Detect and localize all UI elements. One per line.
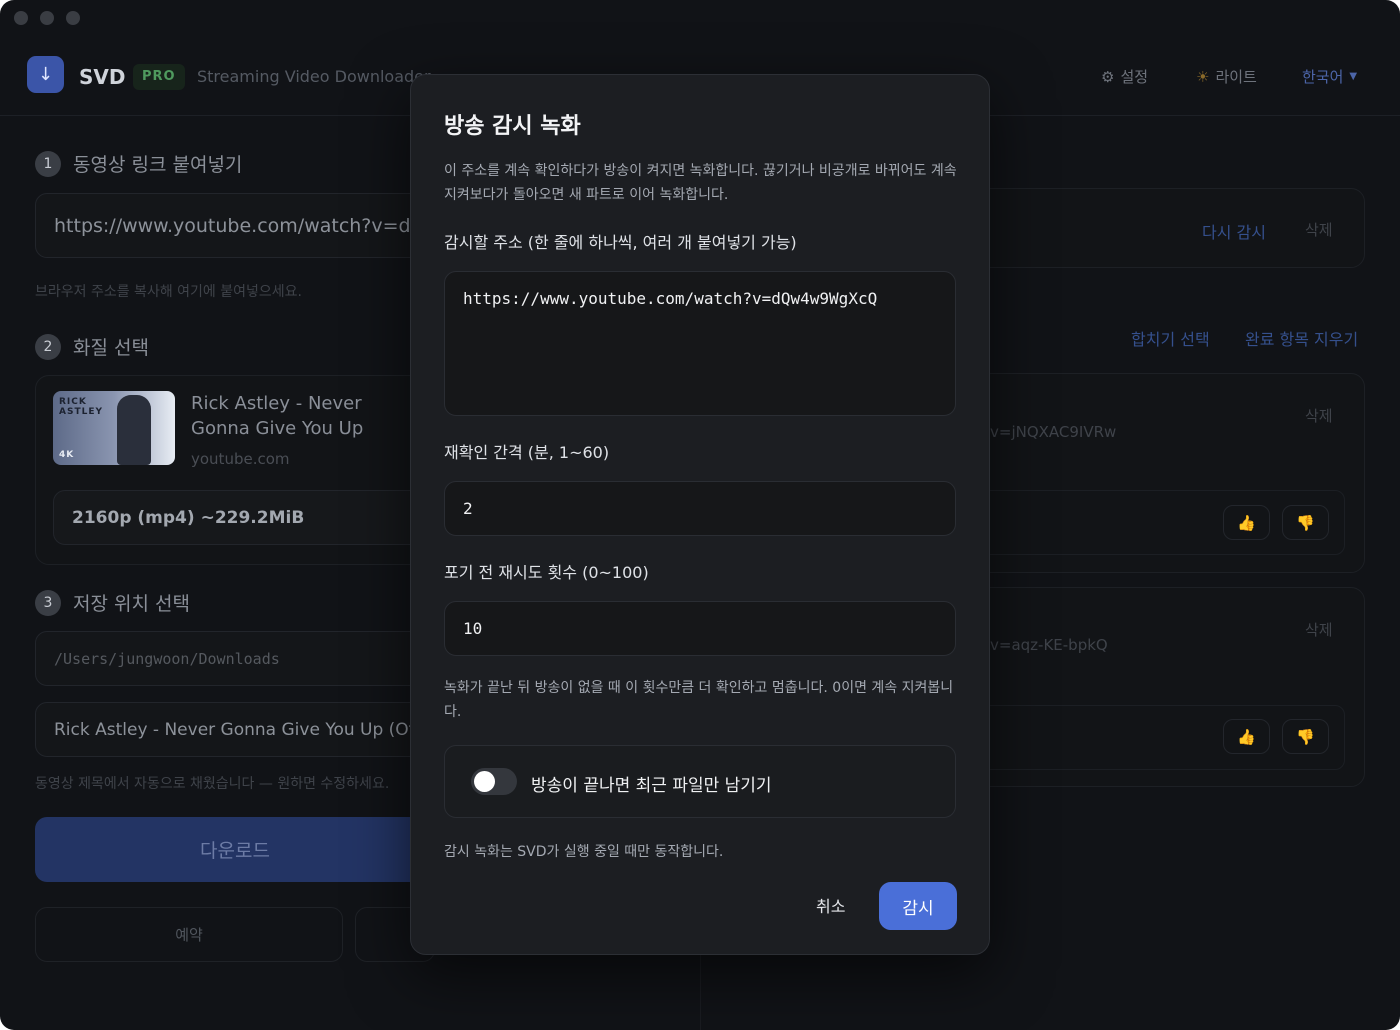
caret-down-icon: ▼ [1349,71,1358,82]
minimize-window-button[interactable] [40,11,54,25]
step-1-number: 1 [35,150,61,177]
delete-item-1-button[interactable]: 삭제 [1305,405,1333,426]
interval-label: 재확인 간격 (분, 1~60) [444,443,610,462]
step-3-heading: 3 저장 위치 선택 [35,589,190,616]
save-path-input[interactable]: /Users/jungwoon/Downloads [35,631,435,686]
thumbnail-text: RICK ASTLEY [59,397,103,417]
app-name: SVD [79,65,126,89]
urls-textarea[interactable]: https://www.youtube.com/watch?v=dQw4w9Wg… [444,271,956,416]
settings-button[interactable]: ⚙ 설정 [1101,66,1148,87]
item-1-url: v=jNQXAC9IVRw [990,423,1117,441]
dialog-description: 이 주소를 계속 확인하다가 방송이 켜지면 녹화합니다. 끊기거나 비공개로 … [444,163,957,203]
step-3-label: 저장 위치 선택 [73,593,190,615]
window-controls [14,11,80,25]
step-3-number: 3 [35,589,61,616]
cancel-button[interactable]: 취소 [816,893,845,917]
clear-done-button[interactable]: 완료 항목 지우기 [1245,326,1358,350]
retries-note: 녹화가 끝난 뒤 방송이 없을 때 이 횟수만큼 더 확인하고 멈춥니다. 0이… [444,680,954,720]
thumbnail-figure [117,395,151,465]
step-1-label: 동영상 링크 붙여넣기 [73,154,243,176]
video-link-input[interactable]: https://www.youtube.com/watch?v=dQw4w9Wg… [35,193,435,258]
gear-icon: ⚙ [1101,67,1115,86]
video-site: youtube.com [191,450,290,468]
step-2-label: 화질 선택 [73,337,149,359]
pro-badge: PRO [133,64,185,90]
theme-label: 라이트 [1215,68,1257,86]
app-subtitle: Streaming Video Downloader [197,67,431,86]
app-window: ↓ SVD PRO Streaming Video Downloader ⚙ 설… [0,0,1400,1030]
zoom-window-button[interactable] [66,11,80,25]
link-hint: 브라우저 주소를 복사해 여기에 붙여넣으세요. [35,284,302,300]
language-select[interactable]: 한국어 ▼ [1302,66,1357,87]
thumbs-down-icon[interactable]: 👎 [1282,719,1329,754]
rewatch-button[interactable]: 다시 감시 [1202,219,1266,243]
dialog-footer-note: 감시 녹화는 SVD가 실행 중일 때만 동작합니다. [444,844,724,860]
schedule-button[interactable]: 예약 [35,907,343,962]
keep-latest-toggle[interactable] [471,768,517,795]
theme-toggle-button[interactable]: ☀ 라이트 [1196,66,1257,87]
thumbnail-4k-badge: 4K [59,450,75,460]
download-button[interactable]: 다운로드 [35,817,435,882]
download-logo-icon: ↓ [27,56,64,93]
step-1-heading: 1 동영상 링크 붙여넣기 [35,150,242,177]
delete-item-2-button[interactable]: 삭제 [1305,619,1333,640]
settings-label: 설정 [1120,68,1149,86]
urls-label: 감시할 주소 (한 줄에 하나씩, 여러 개 붙여넣기 가능) [444,233,797,252]
retries-label: 포기 전 재시도 횟수 (0~100) [444,563,649,582]
language-label: 한국어 [1302,68,1344,86]
quality-select[interactable]: 2160p (mp4) ~229.2MiB [53,490,435,545]
toggle-knob [474,771,495,792]
video-thumbnail: RICK ASTLEY 4K [53,391,175,465]
keep-latest-option: 방송이 끝나면 최근 파일만 남기기 [444,745,956,818]
dialog-title: 방송 감시 녹화 [444,114,581,139]
start-monitor-button[interactable]: 감시 [879,882,957,930]
item-2-url: v=aqz-KE-bpkQ [990,636,1108,654]
keep-latest-label: 방송이 끝나면 최근 파일만 남기기 [531,776,772,796]
sun-icon: ☀ [1196,67,1210,86]
delete-monitor-button[interactable]: 삭제 [1305,219,1333,240]
filename-hint: 동영상 제목에서 자동으로 채웠습니다 — 원하면 수정하세요. [35,776,390,792]
merge-select-button[interactable]: 합치기 선택 [1131,326,1210,350]
filename-input[interactable]: Rick Astley - Never Gonna Give You Up (O… [35,702,435,757]
thumbs-down-icon[interactable]: 👎 [1282,505,1329,540]
thumbs-up-icon[interactable]: 👍 [1223,719,1270,754]
video-title: Rick Astley - Never Gonna Give You Up (O… [191,393,364,439]
close-window-button[interactable] [14,11,28,25]
retries-input[interactable]: 10 [444,601,956,656]
step-2-number: 2 [35,333,61,360]
step-2-heading: 2 화질 선택 [35,333,149,360]
live-monitor-dialog: 방송 감시 녹화 이 주소를 계속 확인하다가 방송이 켜지면 녹화합니다. 끊… [410,74,990,955]
thumbs-up-icon[interactable]: 👍 [1223,505,1270,540]
interval-input[interactable]: 2 [444,481,956,536]
